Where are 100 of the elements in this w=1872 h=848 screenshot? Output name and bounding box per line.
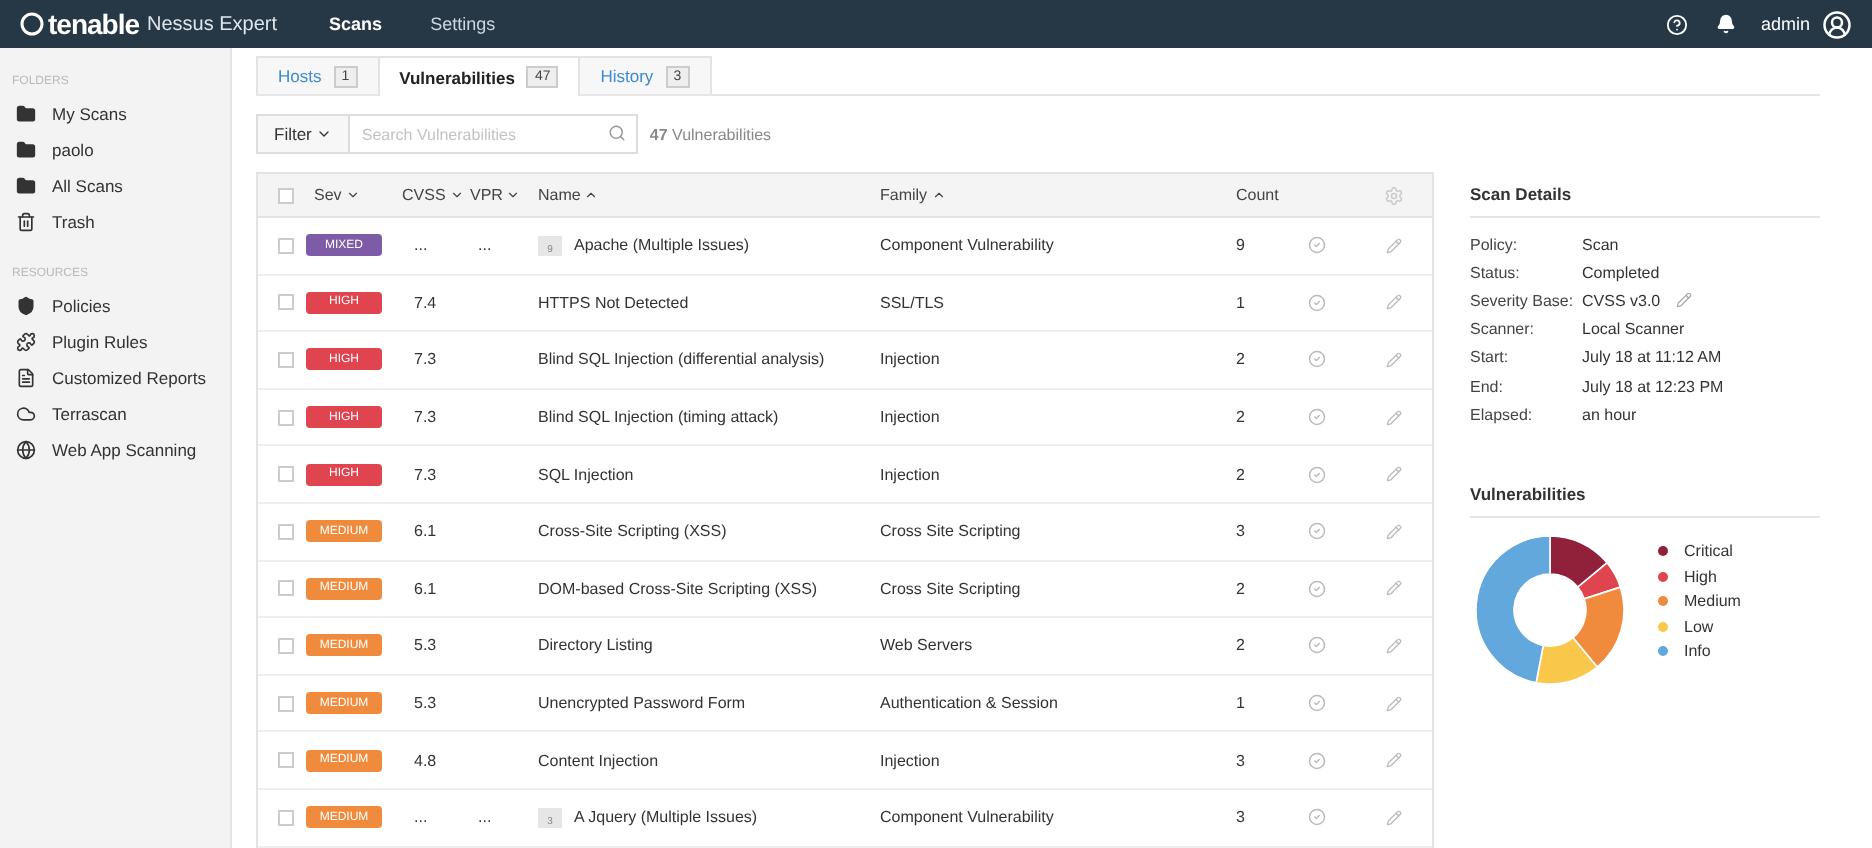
- table-cell[interactable]: Apache (Multiple Issues): [574, 236, 750, 255]
- checkbox[interactable]: [278, 695, 294, 712]
- folder-icon: [16, 140, 36, 160]
- detail-value: July 18 at 11:12 AM: [1582, 348, 1722, 367]
- checkbox[interactable]: [278, 809, 294, 826]
- column-header[interactable]: VPR: [470, 186, 538, 204]
- document-icon: [16, 368, 36, 388]
- nav-link[interactable]: Scans: [329, 14, 383, 34]
- bell-icon[interactable]: [1716, 14, 1737, 34]
- column-header[interactable]: CVSS: [402, 186, 470, 204]
- sort-up-icon: [584, 188, 599, 202]
- table-cell[interactable]: Blind SQL Injection (differential analysis): [538, 350, 825, 369]
- edit-icon[interactable]: [1386, 809, 1402, 826]
- panel-title: Vulnerabilities: [1470, 472, 1820, 519]
- table-cell-text: 7.4: [412, 293, 439, 312]
- sidebar-item[interactable]: Policies: [0, 288, 230, 324]
- check-circle-icon[interactable]: [1307, 694, 1325, 713]
- table-cell[interactable]: Unencrypted Password Form: [538, 694, 746, 713]
- folder-icon: [16, 176, 36, 196]
- cloud-icon: [16, 404, 36, 424]
- checkbox[interactable]: [278, 523, 294, 540]
- globe-icon: [16, 440, 36, 460]
- table-cell-text: Injection: [880, 751, 942, 770]
- check-circle-icon[interactable]: [1307, 636, 1325, 655]
- checkbox[interactable]: [278, 752, 294, 769]
- table-cell[interactable]: Blind SQL Injection (timing attack): [538, 408, 779, 427]
- check-circle-icon[interactable]: [1307, 522, 1325, 541]
- column-header[interactable]: Sev: [306, 186, 402, 204]
- edit-icon[interactable]: [1386, 351, 1402, 368]
- table-cell-text: ...: [412, 236, 430, 255]
- checkbox[interactable]: [278, 409, 294, 426]
- table-cell-text: Cross Site Scripting: [880, 522, 1023, 541]
- edit-icon[interactable]: [1386, 752, 1402, 769]
- table-cell-text: ...: [412, 808, 430, 827]
- checkbox[interactable]: [278, 351, 294, 368]
- column-header[interactable]: Count: [1196, 186, 1276, 204]
- check-circle-icon[interactable]: [1307, 236, 1325, 255]
- column-header[interactable]: Name: [538, 186, 880, 204]
- checkbox[interactable]: [278, 580, 294, 597]
- edit-icon[interactable]: [1386, 237, 1402, 254]
- user-name[interactable]: admin: [1760, 14, 1810, 34]
- checkbox[interactable]: [278, 637, 294, 654]
- table-cell-text: 7.3: [412, 465, 439, 484]
- checkbox[interactable]: [278, 466, 294, 483]
- detail-label: Start:: [1470, 348, 1511, 367]
- sidebar-item[interactable]: Trash: [0, 204, 230, 240]
- table-cell-text: Injection: [880, 465, 942, 484]
- table-cell-text: 3: [1234, 751, 1247, 770]
- table-cell[interactable]: DOM-based Cross-Site Scripting (XSS): [538, 579, 818, 598]
- sidebar-item[interactable]: All Scans: [0, 168, 230, 204]
- sidebar-item[interactable]: My Scans: [0, 96, 230, 132]
- table-cell-text: 6.1: [412, 522, 439, 541]
- table-cell[interactable]: Cross-Site Scripting (XSS): [538, 522, 727, 541]
- sidebar-item[interactable]: Terrascan: [0, 396, 230, 432]
- edit-icon[interactable]: [1386, 409, 1402, 426]
- check-circle-icon[interactable]: [1307, 408, 1325, 427]
- edit-icon[interactable]: [1386, 466, 1402, 483]
- checkbox[interactable]: [278, 187, 294, 203]
- legend-label: Medium: [1684, 592, 1741, 611]
- edit-icon[interactable]: [1386, 580, 1402, 597]
- edit-icon[interactable]: [1386, 294, 1402, 311]
- sidebar-item[interactable]: Web App Scanning: [0, 432, 230, 468]
- table-cell[interactable]: A Jquery (Multiple Issues): [574, 808, 758, 827]
- table-cell[interactable]: Content Injection: [538, 751, 659, 770]
- edit-icon[interactable]: [1386, 637, 1402, 654]
- sidebar-item[interactable]: Customized Reports: [0, 360, 230, 396]
- help-icon[interactable]: [1666, 13, 1689, 35]
- table-cell[interactable]: Directory Listing: [538, 636, 653, 655]
- check-circle-icon[interactable]: [1307, 751, 1325, 770]
- table-cell-text: 9: [1234, 236, 1247, 255]
- search-field[interactable]: Search Vulnerabilities: [349, 114, 638, 154]
- caret-icon: [315, 126, 332, 142]
- brand-name: tenable: [48, 8, 140, 40]
- legend-label: Info: [1684, 642, 1711, 661]
- nav-link[interactable]: Settings: [430, 14, 496, 34]
- avatar-icon[interactable]: [1822, 9, 1852, 39]
- filter-button[interactable]: Filter: [256, 114, 350, 154]
- settings-icon[interactable]: [1384, 185, 1404, 205]
- check-circle-icon[interactable]: [1307, 579, 1325, 598]
- table-cell-text: ...: [476, 808, 494, 827]
- shield-icon: [16, 296, 36, 316]
- table-cell[interactable]: SQL Injection: [538, 465, 634, 484]
- sidebar-item[interactable]: Plugin Rules: [0, 324, 230, 360]
- edit-icon[interactable]: [1386, 695, 1402, 712]
- checkbox[interactable]: [278, 237, 294, 254]
- table-cell-text: Component Vulnerability: [880, 236, 1056, 255]
- edit-icon[interactable]: [1676, 292, 1693, 309]
- check-circle-icon[interactable]: [1307, 293, 1325, 312]
- sidebar-item[interactable]: paolo: [0, 132, 230, 168]
- detail-label: Elapsed:: [1470, 405, 1535, 424]
- detail-value: Local Scanner: [1582, 320, 1685, 339]
- column-header[interactable]: Family: [880, 186, 1196, 204]
- search-icon: [607, 124, 626, 142]
- table-cell-text: Component Vulnerability: [880, 808, 1056, 827]
- checkbox[interactable]: [278, 294, 294, 311]
- check-circle-icon[interactable]: [1307, 350, 1325, 369]
- check-circle-icon[interactable]: [1307, 465, 1325, 484]
- table-cell[interactable]: HTTPS Not Detected: [538, 293, 689, 312]
- check-circle-icon[interactable]: [1307, 808, 1325, 827]
- edit-icon[interactable]: [1386, 523, 1402, 540]
